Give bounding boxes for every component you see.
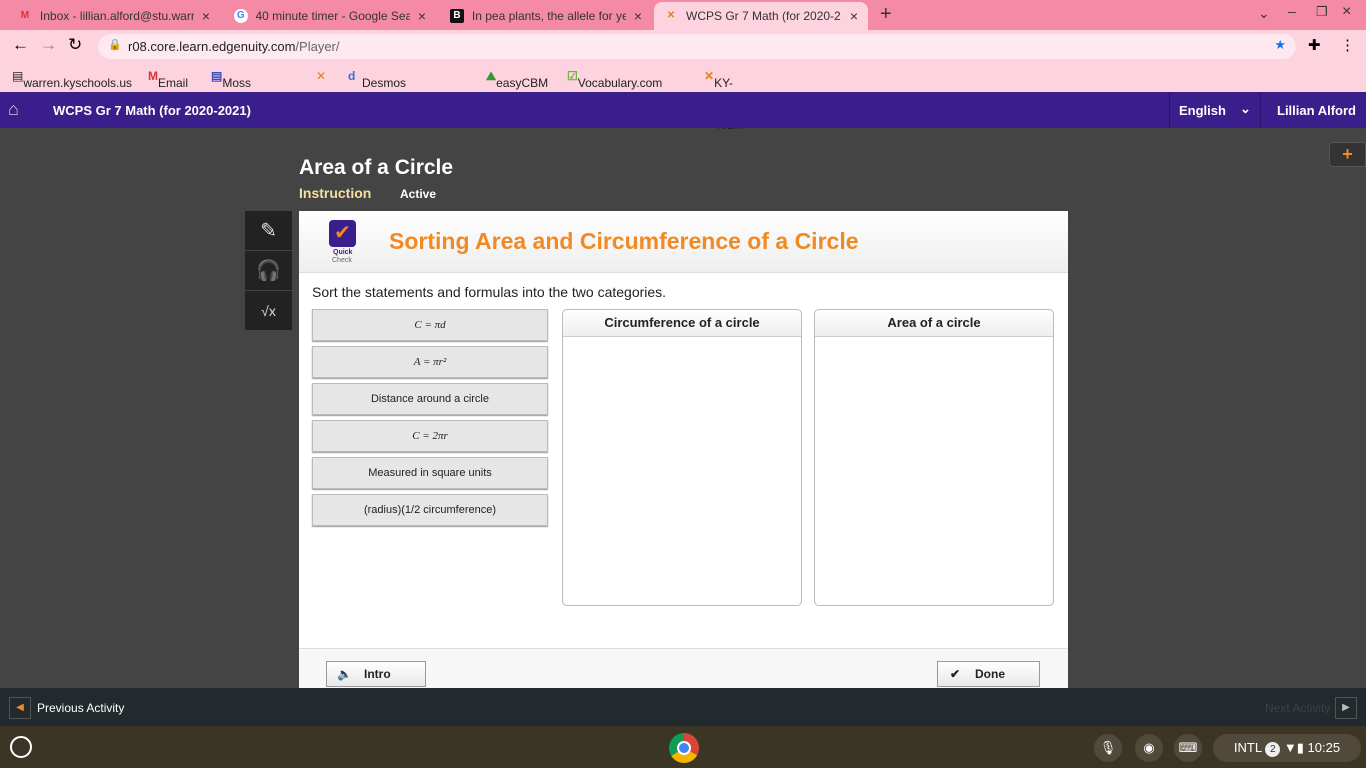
lock-icon: 🔒 [108,39,122,51]
chevron-down-icon: ⌄ [1240,101,1251,116]
draggable-card[interactable]: A = πr² [312,346,548,378]
intro-button[interactable]: 🔈 Intro [326,661,426,687]
tab-search-icon[interactable]: ⌄ [1258,5,1270,22]
back-icon[interactable]: ← [12,35,29,55]
tab-brainly[interactable]: BIn pea plants, the allele for yellow× [440,2,652,30]
bookmark[interactable]: ☑ Vocabulary.com - L... [567,69,662,104]
url-input[interactable]: 🔒 r08.core.learn.edgenuity.com/Player/★ [98,34,1296,59]
pencil-icon[interactable]: ✎ [245,211,292,251]
battery-icon: ▮ [1296,740,1304,755]
tab-inbox[interactable]: M Inbox - lillian.alford@stu.warren × [8,2,220,30]
quick-check-icon: ✔ [329,220,356,247]
mic-icon[interactable]: 🎙 [1094,734,1122,762]
instructions: Sort the statements and formulas into th… [312,284,667,300]
close-window-icon[interactable]: × [1342,3,1351,21]
launcher-icon[interactable] [10,736,32,758]
os-shelf: 🎙 ◉ ⌨ INTL 2 ▼▮ 10:25 [0,726,1366,768]
draggable-card[interactable]: (radius)(1/2 circumference) [312,494,548,526]
activity-frame: ✔ Quick Check Sorting Area and Circumfer… [299,211,1068,688]
restore-icon[interactable]: ❐ [1316,4,1328,20]
tab-instruction[interactable]: Instruction [299,185,371,201]
draggable-card[interactable]: C = 2πr [312,420,548,452]
draggable-card[interactable]: C = πd [312,309,548,341]
check-icon: ✔ [950,667,961,681]
address-bar: ← → ↻ 🔒 r08.core.learn.edgenuity.com/Play… [0,30,1366,62]
new-tab-icon[interactable]: + [880,3,892,26]
previous-activity-link[interactable]: Previous Activity [37,701,124,715]
bookmark[interactable]: ▤ warren.kyschools.us [12,69,132,90]
close-icon[interactable]: × [202,8,210,24]
chrome-icon[interactable] [669,733,699,763]
draggable-card[interactable]: Measured in square units [312,457,548,489]
bookmark[interactable]: ▤ Moss Dragons [211,69,268,104]
tab-edgenuity[interactable]: ✕WCPS Gr 7 Math (for 2020-2021)× [654,2,868,30]
edgenuity-icon: ✕ [666,10,676,21]
calculator-sqrt-icon[interactable]: √x [245,291,292,331]
next-arrow-icon[interactable]: ▶ [1335,697,1357,719]
minimize-icon[interactable]: – [1288,3,1296,19]
tab-strip: M Inbox - lillian.alford@stu.warren × G 40 … [0,0,1366,30]
bookmark[interactable]: ✕ KY-Science 7 – 402... [704,69,757,132]
tab-timer[interactable]: G40 minute timer - Google Search× [224,2,436,30]
done-button[interactable]: ✔ Done [937,661,1040,687]
star-icon[interactable]: ★ [1274,37,1286,53]
status-tray[interactable]: INTL 2 ▼▮ 10:25 [1213,734,1361,762]
bookmarks-bar: ▤ warren.kyschools.us M Email ▤ Moss Dra… [0,62,1366,132]
activity-title: Sorting Area and Circumference of a Circ… [389,228,859,254]
bookmark[interactable]: ✕ [316,69,326,83]
close-icon[interactable]: × [634,8,642,24]
google-icon: G [234,9,248,23]
bin-circumference[interactable]: Circumference of a circle [562,309,802,606]
bookmark[interactable]: ⛰ easyCBM [486,69,548,90]
reload-icon[interactable]: ↻ [68,35,82,55]
menu-icon[interactable]: ⋮ [1340,36,1355,54]
gmail-icon: M [20,10,30,21]
speaker-icon: 🔈 [337,667,352,681]
draggable-card[interactable]: Distance around a circle [312,383,548,415]
close-icon[interactable]: × [418,8,426,24]
headphones-icon[interactable]: 🎧 [245,251,292,291]
next-activity-link: Next Activity [1265,701,1331,715]
keyboard-icon[interactable]: ⌨ [1174,734,1202,762]
bookmark[interactable]: d Desmos Classroom... [348,69,429,104]
expand-plus-button[interactable]: + [1329,142,1366,167]
bin-area[interactable]: Area of a circle [814,309,1054,606]
home-icon[interactable]: ⌂ [8,99,19,120]
language-select[interactable]: English ⌄ [1169,92,1261,128]
activity-footer: 🔈 Intro ✔ Done [299,648,1068,688]
course-title: WCPS Gr 7 Math (for 2020-2021) [53,103,251,118]
close-icon[interactable]: × [850,8,858,24]
forward-icon[interactable]: → [40,35,57,55]
wifi-icon: ▼ [1283,740,1297,755]
extensions-icon[interactable]: ✚ [1308,36,1321,54]
activity-nav-bar: ◀ Previous Activity Next Activity ▶ [0,688,1366,726]
activity-header: ✔ Quick Check Sorting Area and Circumfer… [299,211,1068,273]
bookmark[interactable]: M Email [148,69,188,90]
notification-badge: 2 [1265,742,1281,757]
user-name[interactable]: Lillian Alford [1277,103,1356,118]
brainly-icon: B [450,9,464,23]
course-nav: ⌂ WCPS Gr 7 Math (for 2020-2021) English… [0,92,1366,128]
lesson-title: Area of a Circle [299,156,454,179]
clock: 10:25 [1307,740,1341,755]
status-label: Active [400,187,437,201]
audio-icon[interactable]: ◉ [1135,734,1163,762]
tool-sidebar: ✎ 🎧 √x [245,211,292,331]
previous-arrow-icon[interactable]: ◀ [9,697,31,719]
